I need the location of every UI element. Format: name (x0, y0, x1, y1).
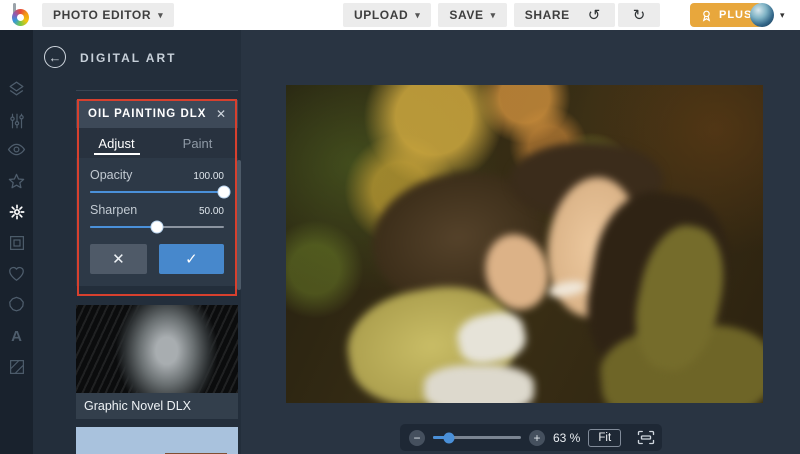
photo-editor-menu-label: PHOTO EDITOR (53, 8, 152, 22)
minus-icon: − (413, 430, 421, 445)
fit-button[interactable]: Fit (588, 428, 622, 447)
effect-thumbnail-village[interactable] (76, 427, 238, 454)
upload-button[interactable]: UPLOAD ▾ (343, 3, 432, 27)
award-badge-icon (702, 10, 711, 22)
sharpen-slider-fill (90, 226, 157, 228)
effect-title: OIL PAINTING DLX (88, 108, 207, 120)
divider (76, 90, 238, 91)
redo-button[interactable]: ↻ (618, 3, 660, 27)
cancel-button[interactable]: ✕ (90, 244, 147, 274)
digital-art-panel: ← DIGITAL ART OIL PAINTING DLX ✕ Adjust … (33, 30, 241, 454)
fullscreen-button[interactable] (637, 428, 655, 448)
sharpen-slider-thumb[interactable] (150, 220, 164, 234)
artsy-icon[interactable] (0, 199, 33, 225)
user-avatar[interactable] (750, 3, 774, 27)
plus-icon: + (533, 430, 541, 445)
oil-painting-card: OIL PAINTING DLX ✕ Adjust Paint Opacity … (76, 100, 238, 286)
apply-check-icon: ✓ (185, 251, 198, 268)
graphics-icon[interactable] (0, 260, 33, 286)
redo-icon: ↻ (632, 7, 646, 24)
undo-button[interactable]: ↺ (573, 3, 615, 27)
plus-label: PLUS (719, 9, 753, 21)
tab-adjust-label: Adjust (98, 135, 135, 151)
zoom-controls: − + 63 % Fit (400, 424, 662, 451)
thumbnail-label: Graphic Novel DLX (76, 393, 238, 419)
topbar-actions: UPLOAD ▾ SAVE ▾ SHARE ▾ (343, 3, 593, 27)
frames-icon[interactable] (0, 230, 33, 256)
undo-icon: ↺ (587, 7, 601, 24)
village-preview-image (76, 427, 238, 454)
cancel-x-icon: ✕ (112, 251, 125, 268)
sharpen-slider[interactable] (90, 220, 224, 234)
effect-header: OIL PAINTING DLX ✕ (76, 100, 238, 128)
top-bar: PHOTO EDITOR ▾ UPLOAD ▾ SAVE ▾ SHARE ▾ ↺… (0, 0, 800, 30)
sharpen-label: Sharpen (90, 203, 138, 217)
close-icon[interactable]: ✕ (216, 107, 226, 121)
opacity-slider[interactable] (90, 185, 231, 199)
save-label: SAVE (449, 8, 484, 22)
history-controls: ↺ ↻ (573, 3, 660, 27)
opacity-slider-row: Opacity 100.00 (90, 168, 231, 199)
panel-scrollbar[interactable] (237, 160, 241, 290)
zoom-out-button[interactable]: − (409, 429, 425, 446)
text-icon[interactable]: A (0, 323, 33, 349)
befunky-logo-icon[interactable] (10, 3, 36, 27)
opacity-value: 100.00 (193, 171, 224, 182)
tab-adjust[interactable]: Adjust (76, 128, 157, 158)
zoom-in-button[interactable]: + (529, 429, 545, 446)
zoom-slider[interactable] (433, 432, 521, 443)
effect-tabs: Adjust Paint (76, 128, 238, 158)
graphic-novel-preview-image (76, 305, 238, 393)
canvas-image[interactable] (286, 85, 763, 403)
opacity-slider-thumb[interactable] (217, 185, 231, 199)
effect-thumbnail-graphic-novel[interactable]: Graphic Novel DLX (76, 305, 238, 419)
zoom-percent-value: 63 % (553, 430, 581, 445)
photo-editor-menu-button[interactable]: PHOTO EDITOR ▾ (42, 3, 175, 27)
back-arrow-icon: ← (48, 49, 62, 65)
opacity-slider-fill (90, 191, 224, 193)
logo-color-wheel-icon (12, 9, 29, 26)
effects-icon[interactable] (0, 168, 33, 194)
text-icon-glyph: A (11, 327, 22, 345)
upload-label: UPLOAD (354, 8, 409, 22)
tab-paint-label: Paint (182, 135, 213, 151)
back-button[interactable]: ← (44, 46, 66, 68)
opacity-label: Opacity (90, 168, 133, 182)
fit-to-screen-icon (637, 430, 655, 445)
layers-icon[interactable] (0, 75, 33, 101)
art-shape (424, 364, 535, 403)
effect-settings: Opacity 100.00 Sharpen 50.00 ✕ ✓ (76, 158, 238, 286)
overlays-icon[interactable] (0, 291, 33, 317)
chevron-down-icon: ▾ (490, 9, 496, 20)
share-label: SHARE (524, 8, 570, 22)
save-button[interactable]: SAVE ▾ (438, 3, 507, 27)
adjust-icon[interactable] (0, 108, 33, 134)
sharpen-value: 50.00 (198, 206, 224, 217)
panel-title: DIGITAL ART (80, 51, 177, 65)
canvas-workspace (241, 30, 800, 454)
apply-button[interactable]: ✓ (158, 244, 224, 274)
chevron-down-icon: ▾ (158, 9, 164, 20)
chevron-down-icon: ▾ (415, 9, 421, 20)
account-chevron-down-icon[interactable]: ▾ (780, 10, 785, 21)
effect-actions: ✕ ✓ (90, 244, 224, 274)
zoom-slider-thumb[interactable] (443, 432, 455, 443)
textures-icon[interactable] (0, 354, 33, 380)
sharpen-slider-row: Sharpen 50.00 (90, 203, 224, 234)
tool-rail: A (0, 30, 33, 454)
touchup-icon[interactable] (0, 136, 33, 162)
tab-paint[interactable]: Paint (157, 128, 238, 158)
